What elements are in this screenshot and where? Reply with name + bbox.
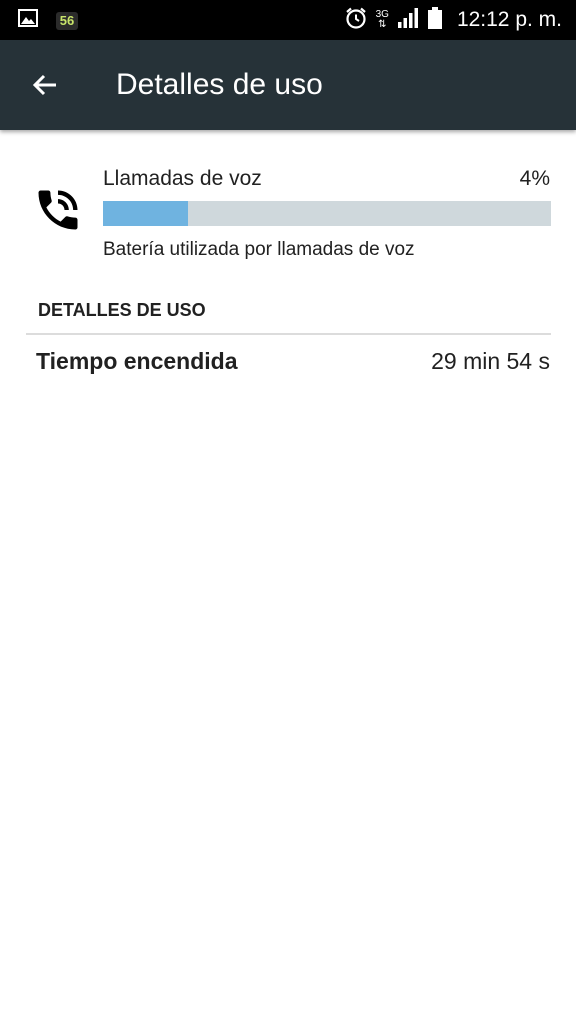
3g-data-icon: 3G ⇅ bbox=[376, 10, 389, 30]
usage-item-voice-calls[interactable]: Llamadas de voz 4% Batería utilizada por… bbox=[0, 150, 576, 280]
section-divider bbox=[26, 333, 551, 335]
system-icons: 3G ⇅ 12:12 p. m. bbox=[344, 0, 562, 40]
detail-row-time-on: Tiempo encendida 29 min 54 s bbox=[0, 336, 576, 388]
detail-value: 29 min 54 s bbox=[431, 348, 550, 374]
notification-area: 56 bbox=[18, 8, 78, 33]
page-title: Detalles de uso bbox=[116, 68, 323, 101]
phone-in-talk-icon bbox=[32, 184, 84, 236]
section-header-usage-details: DETALLES DE USO bbox=[38, 300, 206, 320]
signal-icon bbox=[397, 7, 419, 34]
battery-icon bbox=[427, 6, 443, 35]
battery-usage-bar bbox=[103, 201, 551, 226]
app-bar: Detalles de uso bbox=[0, 40, 576, 130]
app-56-icon: 56 bbox=[56, 11, 78, 30]
alarm-icon bbox=[344, 6, 368, 35]
status-time: 12:12 p. m. bbox=[456, 8, 562, 31]
back-button[interactable] bbox=[22, 62, 68, 108]
detail-label: Tiempo encendida bbox=[36, 348, 238, 374]
usage-item-summary: Batería utilizada por llamadas de voz bbox=[103, 239, 415, 260]
battery-usage-bar-fill bbox=[103, 201, 189, 226]
gallery-icon bbox=[18, 8, 38, 33]
usage-percent: 4% bbox=[519, 167, 550, 190]
usage-item-label: Llamadas de voz bbox=[103, 167, 262, 190]
data-arrows-icon: ⇅ bbox=[378, 19, 387, 30]
arrow-back-icon bbox=[32, 74, 56, 96]
status-bar: 56 3G ⇅ 12:12 p. m. bbox=[0, 0, 576, 40]
